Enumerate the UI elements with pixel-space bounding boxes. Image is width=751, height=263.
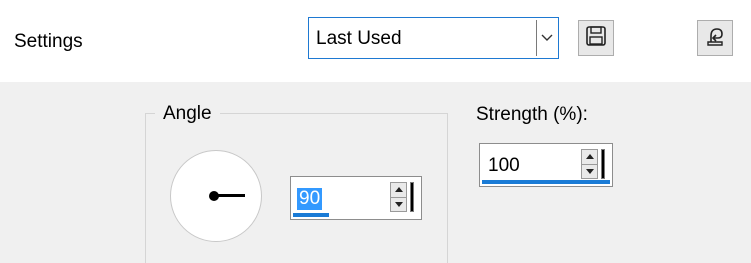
preset-dropdown[interactable]: Last Used — [308, 17, 559, 59]
angle-dial-needle — [215, 194, 245, 197]
reset-to-default-button[interactable] — [697, 20, 733, 56]
angle-input[interactable]: 90 — [290, 176, 422, 220]
strength-label: Strength (%): — [476, 104, 588, 125]
angle-spinner[interactable] — [390, 181, 418, 213]
strength-decrement-button[interactable] — [582, 165, 597, 179]
angle-input-underline — [293, 213, 329, 217]
save-preset-button[interactable] — [578, 20, 614, 56]
chevron-down-icon[interactable] — [536, 20, 556, 56]
strength-slider-handle[interactable] — [601, 149, 605, 179]
preset-dropdown-value: Last Used — [316, 28, 402, 49]
angle-dial[interactable] — [170, 150, 262, 242]
strength-spinner[interactable] — [581, 148, 609, 180]
angle-decrement-button[interactable] — [391, 198, 406, 212]
reset-to-default-icon — [703, 24, 727, 53]
angle-dial-center — [209, 191, 219, 201]
strength-input-underline — [482, 180, 610, 184]
angle-increment-button[interactable] — [391, 183, 406, 198]
save-preset-icon — [585, 25, 607, 52]
settings-label: Settings — [14, 31, 83, 52]
angle-slider-handle[interactable] — [410, 182, 414, 212]
angle-label: Angle — [155, 103, 220, 125]
settings-toolbar: Settings Last Used — [0, 0, 751, 82]
angle-value[interactable]: 90 — [297, 188, 323, 210]
strength-increment-button[interactable] — [582, 150, 597, 165]
strength-input[interactable]: 100 — [479, 143, 613, 187]
strength-value[interactable]: 100 — [486, 155, 522, 177]
